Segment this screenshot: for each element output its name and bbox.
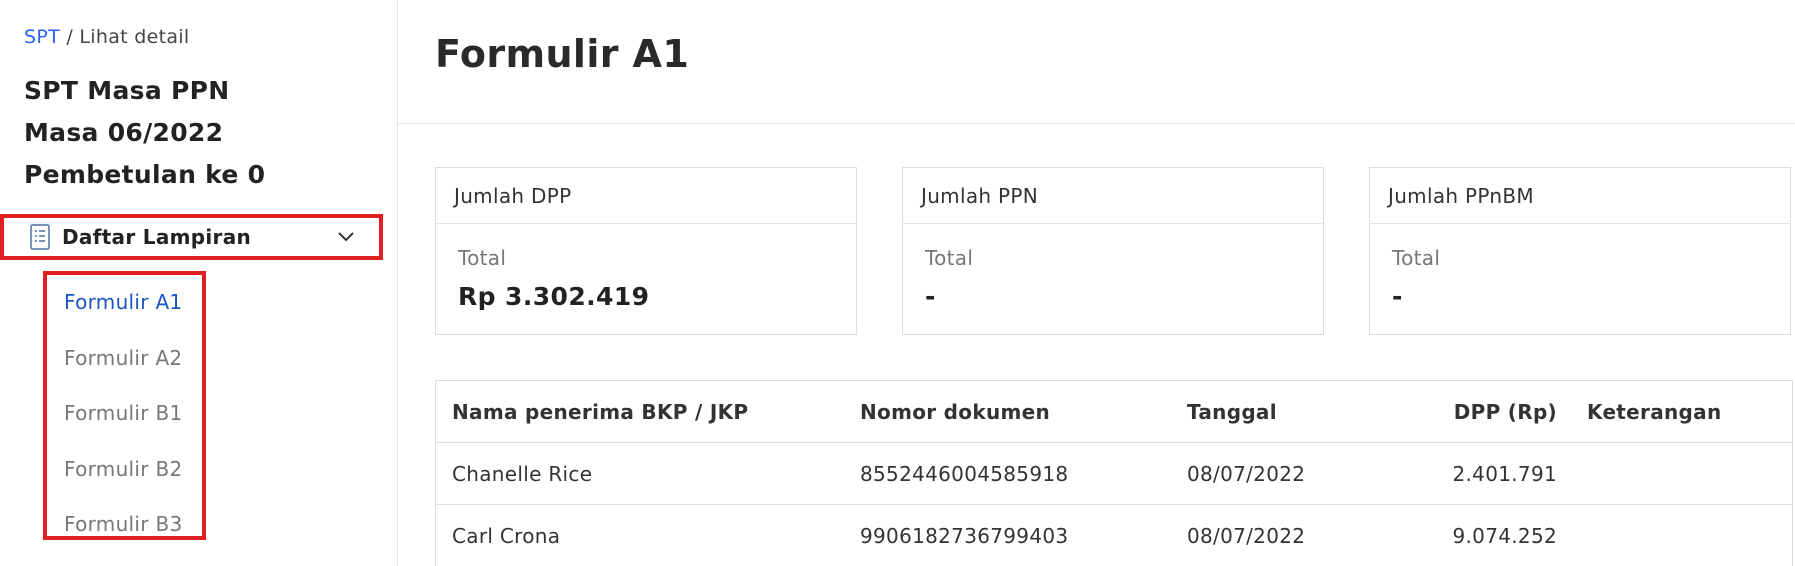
spt-period-line: Masa 06/2022 — [24, 118, 224, 147]
spt-title: SPT Masa PPN Masa 06/2022 Pembetulan ke … — [24, 70, 265, 196]
document-list-icon — [30, 224, 50, 250]
breadcrumb: SPT / Lihat detail — [24, 26, 189, 48]
cell-nomor-dokumen: 9906182736799403 — [860, 504, 1187, 566]
sidebar: SPT / Lihat detail SPT Masa PPN Masa 06/… — [0, 0, 398, 566]
card-jumlah-ppn: Jumlah PPN Total - — [902, 167, 1324, 335]
total-label: Total — [925, 246, 974, 270]
formulir-table: Nama penerima BKP / JKP Nomor dokumen Ta… — [435, 380, 1793, 566]
cell-dpp: 2.401.791 — [1387, 442, 1557, 505]
cell-dpp: 9.074.252 — [1387, 504, 1557, 566]
main-header: Formulir A1 — [398, 0, 1795, 124]
cell-tanggal: 08/07/2022 — [1187, 504, 1387, 566]
card-jumlah-ppnbm: Jumlah PPnBM Total - — [1369, 167, 1791, 335]
breadcrumb-link-spt[interactable]: SPT — [24, 26, 60, 48]
cell-keterangan — [1557, 442, 1792, 505]
column-header-keterangan: Keterangan — [1557, 381, 1792, 443]
lampiran-item-formulir-a2[interactable]: Formulir A2 — [47, 331, 202, 387]
column-header-nomor-dokumen: Nomor dokumen — [860, 381, 1187, 443]
card-title: Jumlah PPN — [903, 168, 1323, 224]
column-header-tanggal: Tanggal — [1187, 381, 1387, 443]
daftar-lampiran-label: Daftar Lampiran — [62, 225, 252, 249]
breadcrumb-current: Lihat detail — [79, 26, 190, 48]
card-body: Total - — [1370, 224, 1790, 311]
card-title: Jumlah PPnBM — [1370, 168, 1790, 224]
table-row[interactable]: Carl Crona 9906182736799403 08/07/2022 9… — [436, 504, 1792, 566]
summary-cards: Jumlah DPP Total Rp 3.302.419 Jumlah PPN… — [435, 167, 1791, 335]
total-value: - — [1392, 282, 1403, 311]
daftar-lampiran-toggle[interactable]: Daftar Lampiran — [0, 214, 383, 260]
lampiran-item-formulir-b2[interactable]: Formulir B2 — [47, 442, 202, 498]
cell-nama: Carl Crona — [436, 504, 860, 566]
data-table: Nama penerima BKP / JKP Nomor dokumen Ta… — [436, 381, 1792, 566]
cell-keterangan — [1557, 504, 1792, 566]
spt-revision-line: Pembetulan ke 0 — [24, 160, 266, 189]
total-label: Total — [1392, 246, 1441, 270]
app: SPT / Lihat detail SPT Masa PPN Masa 06/… — [0, 0, 1795, 566]
column-header-dpp: DPP (Rp) — [1387, 381, 1557, 443]
card-body: Total Rp 3.302.419 — [436, 224, 856, 311]
table-row[interactable]: Chanelle Rice 8552446004585918 08/07/202… — [436, 442, 1792, 505]
chevron-down-icon[interactable] — [337, 228, 355, 246]
breadcrumb-separator: / — [60, 26, 80, 48]
cell-tanggal: 08/07/2022 — [1187, 442, 1387, 505]
total-value: - — [925, 282, 936, 311]
total-value: Rp 3.302.419 — [458, 282, 650, 311]
lampiran-item-formulir-b3[interactable]: Formulir B3 — [47, 497, 202, 553]
page-title: Formulir A1 — [435, 32, 690, 76]
card-jumlah-dpp: Jumlah DPP Total Rp 3.302.419 — [435, 167, 857, 335]
table-header-row: Nama penerima BKP / JKP Nomor dokumen Ta… — [436, 381, 1792, 443]
total-label: Total — [458, 246, 507, 270]
cell-nomor-dokumen: 8552446004585918 — [860, 442, 1187, 505]
lampiran-item-formulir-b1[interactable]: Formulir B1 — [47, 386, 202, 442]
cell-nama: Chanelle Rice — [436, 442, 860, 505]
main-content: Formulir A1 Jumlah DPP Total Rp 3.302.41… — [398, 0, 1795, 566]
card-title: Jumlah DPP — [436, 168, 856, 224]
card-body: Total - — [903, 224, 1323, 311]
lampiran-list: Formulir A1 Formulir A2 Formulir B1 Form… — [43, 271, 206, 540]
spt-title-line: SPT Masa PPN — [24, 76, 230, 105]
column-header-nama: Nama penerima BKP / JKP — [436, 381, 860, 443]
lampiran-item-formulir-a1[interactable]: Formulir A1 — [47, 275, 202, 331]
